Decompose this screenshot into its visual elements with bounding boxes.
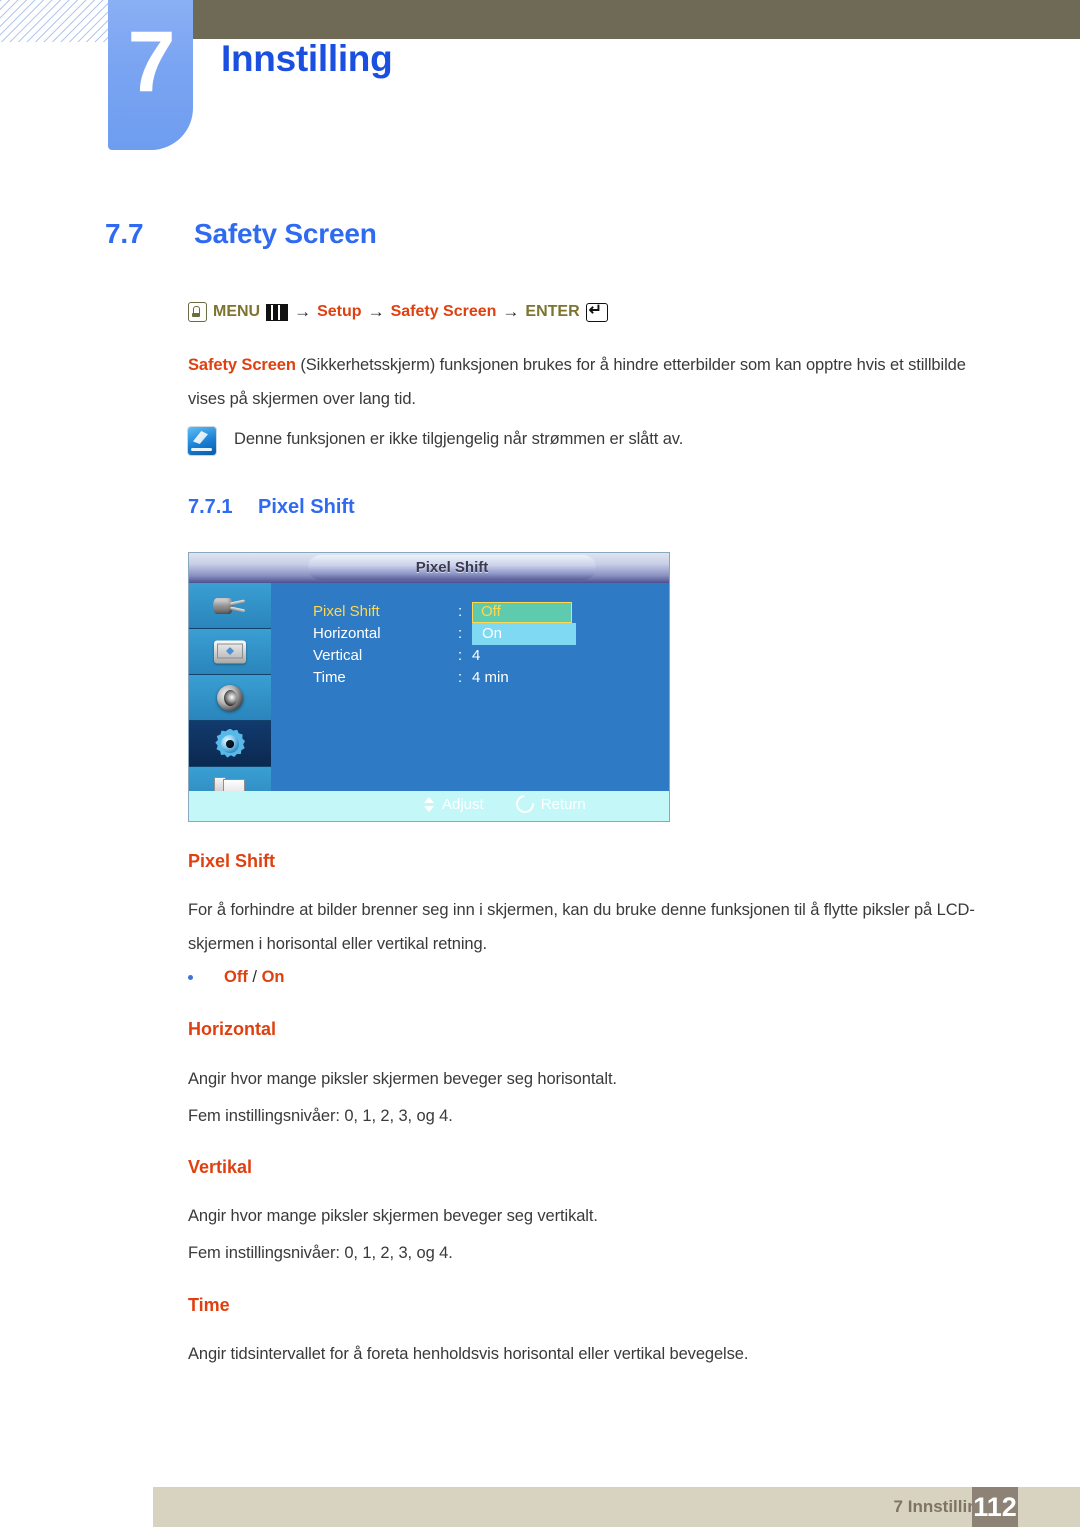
osd-footer-bar: Adjust Return bbox=[189, 791, 669, 821]
bullet-option-b: On bbox=[261, 968, 285, 986]
block-bullet-pixel-shift: Off / On bbox=[188, 968, 285, 987]
block-heading-horizontal: Horizontal bbox=[188, 1019, 276, 1039]
osd-colon-0: : bbox=[458, 603, 463, 620]
path-arrow-1: → bbox=[294, 302, 312, 321]
bullet-text: Off / On bbox=[224, 968, 285, 987]
osd-label-pixel-shift: Pixel Shift bbox=[313, 603, 380, 620]
note-text: Denne funksjonen er ikke tilgjengelig nå… bbox=[234, 430, 684, 448]
sound-speaker-icon bbox=[217, 684, 243, 711]
osd-row-time[interactable]: Time:4 min bbox=[313, 667, 509, 689]
bullet-separator: / bbox=[247, 968, 262, 986]
bullet-dot-icon bbox=[188, 975, 193, 980]
subsection-title: Pixel Shift bbox=[258, 496, 355, 518]
osd-colon-1: : bbox=[458, 625, 463, 642]
osd-return-label: Return bbox=[540, 795, 586, 813]
osd-option-on[interactable]: On bbox=[472, 623, 576, 645]
osd-value-vertical: 4 bbox=[472, 647, 481, 664]
bullet-option-a: Off bbox=[224, 968, 248, 986]
menu-path-breadcrumb: MENU → Setup → Safety Screen → ENTER bbox=[188, 300, 614, 322]
path-arrow-2: → bbox=[367, 302, 385, 321]
return-arrow-icon bbox=[512, 791, 538, 817]
osd-label-vertical: Vertical bbox=[313, 647, 363, 664]
block-paragraph-pixel-shift: For å forhindre at bilder brenner seg in… bbox=[188, 901, 975, 953]
osd-row-vertical[interactable]: Vertical:4 bbox=[313, 645, 509, 667]
osd-hint-return: Return bbox=[512, 791, 586, 817]
footer-page-number: 112 bbox=[972, 1487, 1018, 1527]
block-heading-time: Time bbox=[188, 1295, 230, 1315]
subsection-heading: 7.7.1 Pixel Shift bbox=[188, 496, 355, 519]
block-heading-vertikal: Vertikal bbox=[188, 1157, 253, 1177]
block-paragraph-vertikal-2: Fem instillingsnivåer: 0, 1, 2, 3, og 4. bbox=[188, 1244, 453, 1262]
setup-label: Setup bbox=[317, 303, 362, 320]
picture-panel-icon bbox=[214, 640, 246, 663]
safety-screen-label: Safety Screen bbox=[390, 303, 497, 320]
osd-sidebar-item-input[interactable] bbox=[189, 583, 271, 629]
osd-menu-rows: Pixel Shift: Off Horizontal: On Vertical… bbox=[313, 601, 576, 689]
osd-colon-3: : bbox=[458, 669, 463, 686]
menu-bars-icon bbox=[266, 303, 289, 321]
osd-footer-curve bbox=[189, 791, 289, 821]
header-olive-bar bbox=[193, 0, 1080, 39]
subsection-number: 7.7.1 bbox=[188, 496, 233, 518]
section-title: Safety Screen bbox=[194, 218, 377, 249]
hand-pointer-icon bbox=[188, 302, 207, 322]
osd-sidebar-item-setup[interactable] bbox=[189, 721, 271, 767]
section-heading: 7.7 Safety Screen bbox=[105, 218, 377, 250]
intro-rest: (Sikkerhetsskjerm) funksjonen brukes for… bbox=[188, 356, 966, 408]
path-arrow-3: → bbox=[502, 302, 520, 321]
note-callout: Denne funksjonen er ikke tilgjengelig nå… bbox=[188, 425, 683, 455]
input-plug-icon bbox=[213, 596, 247, 616]
chapter-title: Innstilling bbox=[221, 38, 393, 79]
section-number: 7.7 bbox=[105, 218, 144, 249]
intro-bold-lead: Safety Screen bbox=[188, 356, 296, 374]
block-paragraph-time: Angir tidsintervallet for å foreta henho… bbox=[188, 1345, 749, 1363]
osd-label-horizontal: Horizontal bbox=[313, 625, 381, 642]
osd-value-time: 4 min bbox=[472, 669, 509, 686]
up-down-arrow-icon bbox=[424, 796, 435, 812]
enter-key-icon bbox=[585, 300, 608, 322]
setup-gear-eye-icon bbox=[215, 728, 245, 759]
block-paragraph-vertikal-1: Angir hvor mange piksler skjermen bevege… bbox=[188, 1207, 598, 1225]
osd-sidebar-item-sound[interactable] bbox=[189, 675, 271, 721]
osd-sidebar-item-picture[interactable] bbox=[189, 629, 271, 675]
enter-label: ENTER bbox=[525, 303, 580, 320]
page-header: 7 Innstilling bbox=[0, 0, 1080, 160]
osd-label-time: Time bbox=[313, 669, 346, 686]
osd-adjust-label: Adjust bbox=[442, 795, 484, 813]
osd-footer-hints: Adjust Return bbox=[424, 791, 618, 817]
osd-colon-2: : bbox=[458, 647, 463, 664]
osd-title: Pixel Shift bbox=[308, 555, 596, 580]
intro-paragraph: Safety Screen (Sikkerhetsskjerm) funksjo… bbox=[188, 348, 978, 416]
menu-label: MENU bbox=[213, 303, 261, 320]
block-paragraph-horizontal-2: Fem instillingsnivåer: 0, 1, 2, 3, og 4. bbox=[188, 1107, 453, 1125]
osd-option-off-selected[interactable]: Off bbox=[472, 602, 572, 623]
osd-sidebar bbox=[189, 583, 271, 821]
osd-row-pixel-shift[interactable]: Pixel Shift: Off bbox=[313, 601, 572, 623]
osd-hint-adjust: Adjust bbox=[424, 796, 484, 813]
osd-screenshot: Pixel Shift Pixel Shift: Off Horizontal … bbox=[188, 552, 670, 822]
note-pen-icon bbox=[188, 427, 216, 455]
osd-content-area: Pixel Shift: Off Horizontal: On Vertical… bbox=[271, 583, 669, 791]
block-paragraph-horizontal-1: Angir hvor mange piksler skjermen bevege… bbox=[188, 1070, 617, 1088]
osd-row-horizontal[interactable]: Horizontal: On bbox=[313, 623, 576, 645]
block-heading-pixel-shift: Pixel Shift bbox=[188, 851, 276, 871]
osd-title-bar: Pixel Shift bbox=[189, 553, 669, 583]
chapter-number: 7 bbox=[127, 14, 176, 110]
